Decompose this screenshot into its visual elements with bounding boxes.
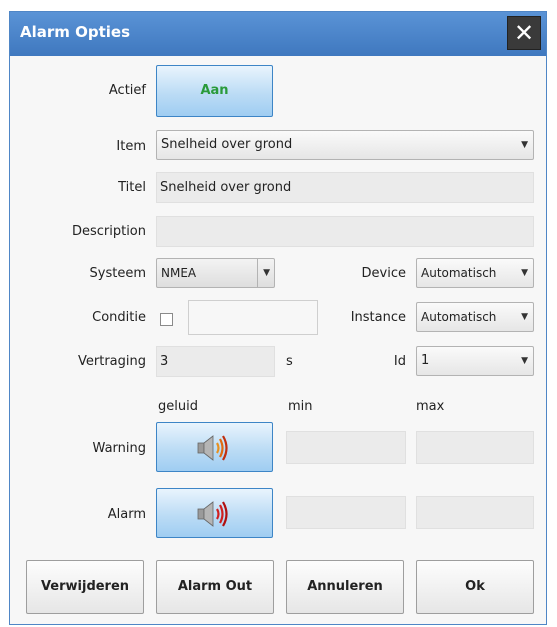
speaker-icon bbox=[157, 489, 272, 529]
systeem-select[interactable]: NMEA ▼ bbox=[156, 258, 275, 288]
conditie-field[interactable] bbox=[188, 300, 318, 335]
warning-label: Warning bbox=[92, 441, 146, 456]
column-header-min: min bbox=[288, 399, 313, 414]
systeem-label: Systeem bbox=[89, 266, 146, 281]
close-button[interactable]: ✕ bbox=[507, 16, 541, 50]
device-select[interactable]: Automatisch ▼ bbox=[416, 258, 534, 288]
alarm-out-button-label: Alarm Out bbox=[177, 579, 253, 594]
delete-button-label: Verwijderen bbox=[40, 579, 130, 594]
cancel-button[interactable]: Annuleren bbox=[286, 560, 404, 614]
ok-button[interactable]: Ok bbox=[416, 560, 534, 614]
column-header-geluid: geluid bbox=[158, 399, 198, 414]
item-label: Item bbox=[116, 139, 146, 154]
close-icon: ✕ bbox=[513, 19, 535, 47]
cancel-button-label: Annuleren bbox=[307, 579, 383, 594]
actief-toggle-label: Aan bbox=[200, 83, 229, 98]
actief-toggle-button[interactable]: Aan bbox=[156, 65, 273, 117]
item-select[interactable]: Snelheid over grond ▼ bbox=[156, 130, 534, 160]
alarm-options-dialog: Alarm Opties ✕ Actief Aan Item Snelheid … bbox=[9, 11, 547, 625]
instance-select-value: Automatisch bbox=[421, 310, 497, 324]
titel-field-value: Snelheid over grond bbox=[160, 180, 292, 195]
vertraging-unit: s bbox=[286, 354, 293, 369]
description-field[interactable] bbox=[156, 216, 534, 247]
instance-label: Instance bbox=[350, 310, 406, 325]
description-label: Description bbox=[71, 224, 146, 239]
alarm-min-field[interactable] bbox=[286, 496, 406, 529]
delete-button[interactable]: Verwijderen bbox=[26, 560, 144, 614]
speaker-icon bbox=[157, 423, 272, 463]
actief-label: Actief bbox=[108, 83, 146, 98]
instance-select[interactable]: Automatisch ▼ bbox=[416, 302, 534, 332]
conditie-checkbox[interactable] bbox=[160, 313, 173, 326]
alarm-label: Alarm bbox=[107, 507, 146, 522]
chevron-down-icon: ▼ bbox=[521, 312, 528, 322]
vertraging-field[interactable]: 3 bbox=[156, 346, 275, 377]
id-label: Id bbox=[393, 354, 406, 369]
chevron-down-icon: ▼ bbox=[521, 268, 528, 278]
titel-field[interactable]: Snelheid over grond bbox=[156, 172, 534, 203]
device-label: Device bbox=[361, 266, 406, 281]
titel-label: Titel bbox=[118, 180, 146, 195]
warning-max-field[interactable] bbox=[416, 431, 534, 464]
device-select-value: Automatisch bbox=[421, 266, 497, 280]
ok-button-label: Ok bbox=[465, 579, 485, 594]
alarm-out-button[interactable]: Alarm Out bbox=[156, 560, 274, 614]
chevron-down-icon: ▼ bbox=[521, 356, 528, 366]
systeem-select-value: NMEA bbox=[161, 266, 197, 280]
alarm-sound-button[interactable] bbox=[156, 488, 273, 538]
item-select-value: Snelheid over grond bbox=[161, 137, 293, 152]
window-title: Alarm Opties bbox=[20, 23, 131, 41]
warning-sound-button[interactable] bbox=[156, 422, 273, 472]
column-header-max: max bbox=[416, 399, 445, 414]
id-select-value: 1 bbox=[421, 353, 430, 368]
title-bar: Alarm Opties ✕ bbox=[10, 12, 546, 56]
warning-min-field[interactable] bbox=[286, 431, 406, 464]
conditie-label: Conditie bbox=[92, 310, 146, 325]
alarm-max-field[interactable] bbox=[416, 496, 534, 529]
chevron-down-icon: ▼ bbox=[257, 259, 270, 287]
chevron-down-icon: ▼ bbox=[521, 140, 528, 150]
vertraging-field-value: 3 bbox=[160, 354, 169, 369]
id-select[interactable]: 1 ▼ bbox=[416, 346, 534, 376]
vertraging-label: Vertraging bbox=[78, 354, 146, 369]
